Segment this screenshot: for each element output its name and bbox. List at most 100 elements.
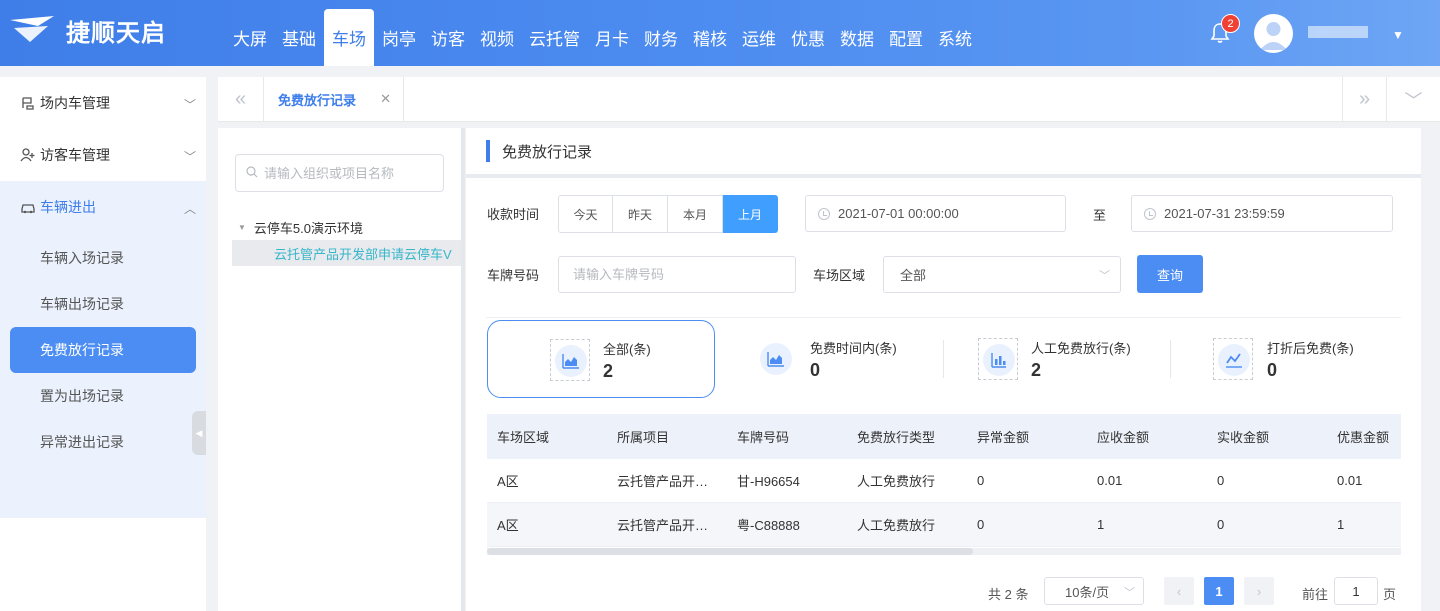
page-suffix-label: 页: [1383, 587, 1397, 602]
divider: [943, 340, 944, 378]
end-date-picker[interactable]: 2021-07-31 23:59:59: [1131, 195, 1393, 232]
nav-item-discount[interactable]: 优惠: [784, 9, 832, 66]
nav-item-data[interactable]: 数据: [833, 9, 881, 66]
chevron-down-icon: ﹀: [183, 98, 196, 112]
double-chevron-right-icon[interactable]: »: [1342, 77, 1386, 122]
table-row[interactable]: A区 云托管产品开发部申请云停车V 甘-H96654 人工免费放行 0 0.01…: [487, 459, 1401, 503]
sidebar-group-vehicle-in-out[interactable]: 车辆进出 ︿: [0, 181, 206, 233]
nav-item-finance[interactable]: 财务: [637, 9, 685, 66]
username[interactable]: [1308, 26, 1368, 38]
table-cell: A区: [497, 474, 519, 489]
nav-item-booth[interactable]: 岗亭: [375, 9, 423, 66]
sidebar-collapse-handle[interactable]: ◀: [192, 411, 206, 455]
nav-item-video[interactable]: 视频: [473, 9, 521, 66]
stat-card-manual-release[interactable]: 人工免费放行(条) 2: [956, 320, 1156, 398]
nav-item-basic[interactable]: 基础: [275, 9, 323, 66]
visitor-icon: [20, 147, 36, 163]
page-header: 免费放行记录: [466, 128, 1421, 178]
tree-node-child[interactable]: 云托管产品开发部申请云停车V: [232, 240, 461, 266]
sidebar-item-abnormal-records[interactable]: 异常进出记录: [0, 419, 206, 465]
nav-item-parking[interactable]: 车场: [324, 9, 374, 66]
tree-search-field[interactable]: [235, 154, 444, 192]
area-chart-icon: [756, 338, 796, 380]
range-this-month-button[interactable]: 本月: [668, 195, 723, 233]
column-header[interactable]: 异常金额: [967, 427, 1087, 446]
range-last-month-button[interactable]: 上月: [723, 195, 778, 233]
plate-field[interactable]: [558, 256, 796, 293]
sidebar-item-set-exit-records[interactable]: 置为出场记录: [0, 373, 206, 419]
nav-item-operations[interactable]: 运维: [735, 9, 783, 66]
close-icon[interactable]: ✕: [380, 91, 391, 107]
scrollbar-thumb[interactable]: [487, 548, 973, 555]
column-header[interactable]: 免费放行类型: [847, 427, 967, 446]
area-select[interactable]: 全部 ﹀: [883, 256, 1121, 293]
start-date-picker[interactable]: 2021-07-01 00:00:00: [805, 195, 1066, 232]
table-cell: 人工免费放行: [857, 518, 936, 533]
sidebar-group-in-lot[interactable]: 场内车管理 ﹀: [0, 77, 206, 129]
nav-item-system[interactable]: 系统: [931, 9, 979, 66]
plate-input[interactable]: [573, 267, 773, 282]
table-cell: 0.01: [1337, 473, 1363, 488]
range-yesterday-button[interactable]: 昨天: [613, 195, 668, 233]
column-header[interactable]: 应收金额: [1087, 427, 1207, 446]
plate-filter-label: 车牌号码: [487, 268, 540, 283]
nav-item-visitor[interactable]: 访客: [424, 9, 472, 66]
divider: [486, 317, 1401, 318]
page-number-button[interactable]: 1: [1204, 577, 1234, 605]
caret-down-icon[interactable]: ▼: [1392, 28, 1404, 42]
page-size-select[interactable]: 10条/页 ﹀: [1044, 577, 1144, 605]
column-header[interactable]: 车牌号码: [727, 427, 847, 446]
goto-page-input[interactable]: 1: [1334, 577, 1378, 605]
stat-card-discount-free[interactable]: 打折后免费(条) 0: [1191, 320, 1401, 398]
nav-item-audit[interactable]: 稽核: [686, 9, 734, 66]
range-to-label: 至: [1093, 208, 1107, 223]
sidebar-group-label: 车辆进出: [40, 199, 96, 215]
query-button[interactable]: 查询: [1137, 255, 1203, 293]
table-row[interactable]: A区 云托管产品开发部申请云停车V 粤-C88888 人工免费放行 0 1 0 …: [487, 503, 1401, 547]
column-header[interactable]: 优惠金额: [1327, 427, 1401, 446]
column-header[interactable]: 实收金额: [1207, 427, 1327, 446]
chevron-down-icon[interactable]: ﹀: [1386, 77, 1440, 122]
sidebar-group-label: 场内车管理: [40, 95, 110, 111]
caret-down-icon[interactable]: ▼: [238, 223, 246, 232]
column-header[interactable]: 车场区域: [487, 427, 607, 446]
next-page-button[interactable]: ›: [1244, 577, 1274, 605]
stat-value: 2: [603, 361, 614, 381]
tree-search-input[interactable]: [264, 165, 434, 181]
parking-icon: [20, 95, 36, 111]
sidebar-item-free-release-records[interactable]: 免费放行记录: [10, 327, 196, 373]
column-header[interactable]: 所属项目: [607, 427, 727, 446]
nav-item-dashboard[interactable]: 大屏: [226, 9, 274, 66]
search-icon: [246, 165, 258, 181]
table-cell: 1: [1097, 517, 1105, 532]
tree-node-root[interactable]: ▼ 云停车5.0演示环境: [238, 218, 363, 237]
user-avatar[interactable]: [1254, 14, 1293, 53]
brand-logo[interactable]: 捷顺天启: [8, 12, 166, 48]
stat-label: 人工免费放行(条): [1031, 341, 1131, 356]
panel-divider[interactable]: [461, 128, 465, 611]
horizontal-scrollbar[interactable]: [487, 548, 1401, 555]
prev-page-button[interactable]: ‹: [1164, 577, 1194, 605]
chevron-down-icon: ﹀: [1124, 587, 1135, 599]
stat-card-within-free-time[interactable]: 免费时间内(条) 0: [736, 320, 936, 398]
stat-value: 0: [1267, 360, 1278, 380]
time-filter-label: 收款时间: [487, 207, 540, 222]
stat-card-all[interactable]: 全部(条) 2: [487, 320, 715, 398]
table-cell: 云托管产品开发部申请云停车V: [617, 474, 727, 489]
goto-label: 前往: [1302, 587, 1329, 602]
top-navbar: 捷顺天启 大屏 基础 车场 岗亭 访客 视频 云托管 月卡 财务 稽核 运维 优…: [0, 0, 1440, 66]
page-size-value: 10条/页: [1065, 584, 1110, 600]
table-cell: 人工免费放行: [857, 474, 936, 489]
bar-chart-icon: [978, 338, 1018, 380]
tab-free-release-records[interactable]: 免费放行记录 ✕: [264, 77, 404, 122]
sidebar-item-exit-records[interactable]: 车辆出场记录: [0, 281, 206, 327]
sidebar-group-visitor[interactable]: 访客车管理 ﹀: [0, 129, 206, 181]
nav-item-config[interactable]: 配置: [882, 9, 930, 66]
sidebar-item-entry-records[interactable]: 车辆入场记录: [0, 235, 206, 281]
nav-item-monthly-card[interactable]: 月卡: [588, 9, 636, 66]
nav-item-cloud-hosting[interactable]: 云托管: [522, 9, 587, 66]
tabs-bar: « 免费放行记录 ✕ » ﹀: [218, 77, 1440, 122]
double-chevron-left-icon[interactable]: «: [218, 77, 264, 122]
range-today-button[interactable]: 今天: [558, 195, 613, 233]
table-cell: 0: [977, 473, 985, 488]
